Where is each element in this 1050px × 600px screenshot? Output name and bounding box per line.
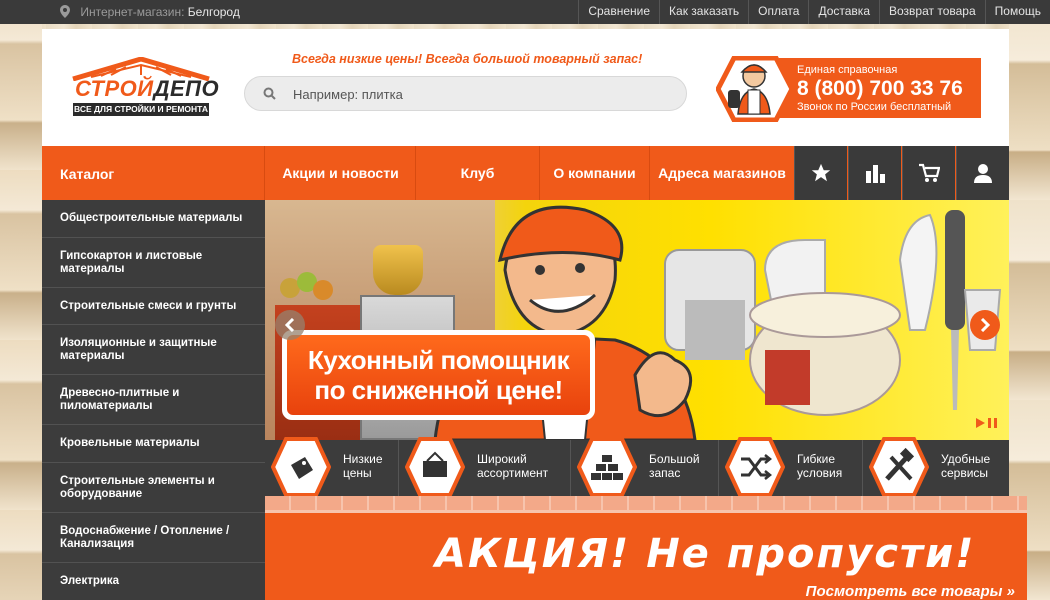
feature-low-prices[interactable]: Низкие цены (265, 437, 399, 497)
compare-icon (866, 165, 885, 183)
nav-club[interactable]: Клуб СТРОЙДЕПО (416, 146, 540, 235)
logo-name-part-a: СТРОЙ (75, 76, 154, 101)
cart-button[interactable] (902, 146, 955, 200)
tools-icon (869, 437, 929, 497)
help-label: Единая справочная (797, 64, 898, 76)
help-phone-box: Единая справочная 8 (800) 700 33 76 Звон… (716, 56, 981, 122)
catalog-sidebar: Общестроительные материалы Гипсокартон и… (42, 200, 265, 600)
feature-text: Гибкие условия (797, 452, 842, 480)
top-link-returns[interactable]: Возврат товара (879, 0, 985, 24)
help-phone-number[interactable]: 8 (800) 700 33 76 (797, 76, 981, 101)
search-box[interactable] (244, 76, 687, 111)
nav-catalog[interactable]: Каталог (42, 146, 265, 200)
search-input[interactable] (293, 84, 663, 104)
nav-stores[interactable]: Адреса магазинов (650, 146, 794, 200)
sidebar-item-mixes[interactable]: Строительные смеси и грунты (42, 288, 265, 325)
feature-line-2: запас (649, 466, 681, 480)
sidebar-item-general[interactable]: Общестроительные материалы (42, 200, 265, 238)
price-tag-icon (271, 437, 331, 497)
top-link-how-to-order[interactable]: Как заказать (659, 0, 748, 24)
pause-icon[interactable] (988, 418, 997, 428)
feature-stock[interactable]: Большой запас (571, 437, 719, 497)
sidebar-item-insulation[interactable]: Изоляционные и защитные материалы (42, 325, 265, 375)
feature-services[interactable]: Удобные сервисы (863, 437, 1009, 497)
sidebar-item-roofing[interactable]: Кровельные материалы (42, 425, 265, 463)
sidebar-item-plumbing[interactable]: Водоснабжение / Отопление / Канализация (42, 513, 265, 563)
feature-line-1: Низкие (343, 452, 383, 466)
sidebar-item-wood[interactable]: Древесно-плитные и пиломатериалы (42, 375, 265, 425)
bricks-icon (577, 437, 637, 497)
shuffle-icon (725, 437, 785, 497)
banner-line-2: по сниженной цене! (314, 375, 563, 405)
logo[interactable]: СТРОЙДЕПО ВСЕ ДЛЯ СТРОЙКИ И РЕМОНТА (71, 57, 219, 119)
compare-button[interactable] (848, 146, 901, 200)
action-title: АКЦИЯ! Не пропусти! (435, 531, 976, 577)
star-icon (811, 163, 831, 182)
city-label: Интернет-магазин: (80, 5, 185, 19)
kitchen-appliances-image (664, 210, 1002, 416)
search-icon[interactable] (263, 87, 276, 100)
city-name[interactable]: Белгород (188, 5, 240, 19)
chevron-left-icon (284, 318, 295, 332)
feature-line-1: Гибкие (797, 452, 836, 466)
feature-flexible-terms[interactable]: Гибкие условия (719, 437, 863, 497)
favorites-button[interactable] (794, 146, 847, 200)
feature-line-1: Широкий (477, 452, 527, 466)
feature-assortment[interactable]: Широкий ассортимент (399, 437, 571, 497)
banner-promo-text: Кухонный помощник по сниженной цене! (287, 335, 590, 415)
sidebar-item-elements[interactable]: Строительные элементы и оборудование (42, 463, 265, 513)
feature-line-2: сервисы (941, 466, 989, 480)
slider-next-button[interactable] (970, 310, 1000, 340)
main-nav: Каталог Акции и новости Клуб СТРОЙДЕПО О… (42, 146, 1009, 235)
location-pin-icon (60, 5, 70, 18)
logo-name-part-b: ДЕПО (153, 76, 220, 101)
chevron-right-icon (980, 318, 991, 332)
assortment-icon (405, 437, 465, 497)
feature-line-2: ассортимент (477, 466, 549, 480)
top-link-delivery[interactable]: Доставка (808, 0, 879, 24)
sidebar-item-drywall[interactable]: Гипсокартон и листовые материалы (42, 238, 265, 288)
action-banner[interactable]: АКЦИЯ! Не пропусти! Посмотреть все товар… (265, 510, 1027, 600)
feature-text: Широкий ассортимент (477, 452, 548, 480)
top-bar: Интернет-магазин: Белгород Сравнение Как… (0, 0, 1050, 24)
play-icon[interactable] (975, 418, 985, 428)
mascot-phone-icon (716, 56, 794, 122)
nav-about[interactable]: О компании (540, 146, 650, 200)
cart-icon (919, 163, 940, 182)
wood-background-left (0, 0, 42, 600)
feature-text: Низкие цены (343, 452, 383, 480)
feature-text: Большой запас (649, 452, 700, 480)
account-button[interactable] (956, 146, 1009, 200)
feature-line-1: Большой (649, 452, 700, 466)
logo-subtitle: ВСЕ ДЛЯ СТРОЙКИ И РЕМОНТА (73, 103, 209, 116)
header: СТРОЙДЕПО ВСЕ ДЛЯ СТРОЙКИ И РЕМОНТА Всег… (42, 29, 1009, 146)
help-note: Звонок по России бесплатный (797, 101, 952, 113)
features-bar: Низкие цены Широкий ассортимент Большой … (265, 437, 1009, 497)
banner-promo-box: Кухонный помощник по сниженной цене! (282, 330, 595, 420)
logo-name: СТРОЙДЕПО (75, 78, 219, 100)
top-link-payment[interactable]: Оплата (748, 0, 808, 24)
nav-promos[interactable]: Акции и новости (266, 146, 416, 200)
top-link-compare[interactable]: Сравнение (578, 0, 659, 24)
slider-prev-button[interactable] (275, 310, 305, 340)
help-phone-panel: Единая справочная 8 (800) 700 33 76 Звон… (779, 58, 981, 118)
city-selector[interactable]: Интернет-магазин: Белгород (60, 5, 240, 19)
feature-text: Удобные сервисы (941, 452, 990, 480)
feature-line-1: Удобные (941, 452, 991, 466)
feature-line-2: условия (797, 466, 843, 480)
brick-strip (265, 496, 1027, 510)
slogan: Всегда низкие цены! Всегда большой товар… (292, 52, 643, 66)
slider-play-pause-control[interactable] (975, 418, 997, 431)
top-link-help[interactable]: Помощь (984, 0, 1050, 24)
promo-slider[interactable]: Кухонный помощник по сниженной цене! (265, 200, 1009, 440)
sidebar-item-electrics[interactable]: Электрика (42, 563, 265, 600)
view-all-products-link[interactable]: Посмотреть все товары » (806, 583, 1015, 600)
user-icon (974, 164, 992, 183)
fruit (313, 280, 333, 300)
feature-line-2: цены (343, 466, 372, 480)
banner-line-1: Кухонный помощник (307, 345, 570, 375)
top-links: Сравнение Как заказать Оплата Доставка В… (578, 0, 1050, 24)
